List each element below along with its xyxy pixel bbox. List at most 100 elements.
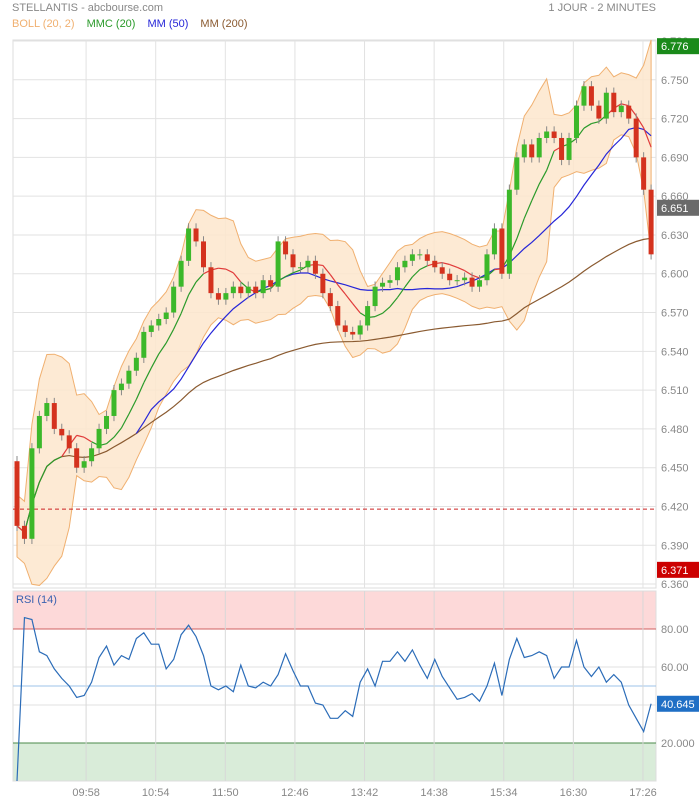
time-tick-label: 15:34: [490, 787, 518, 799]
price-tick-label: 6.360: [661, 579, 689, 591]
candle-down: [215, 293, 221, 300]
candle-up: [29, 448, 35, 539]
price-tick-label: 6.510: [661, 385, 689, 397]
legend-mm200[interactable]: MM (200): [200, 18, 247, 30]
rsi-tick-label: 60.00: [661, 662, 689, 674]
time-tick-label: 11:50: [212, 787, 239, 799]
candle-down: [342, 325, 348, 332]
candle-down: [469, 277, 475, 287]
candle-down: [432, 260, 438, 268]
candle-down: [290, 254, 296, 268]
time-tick-label: 09:58: [72, 787, 100, 799]
candle-up: [163, 312, 169, 319]
candle-down: [350, 331, 356, 335]
candle-down: [327, 293, 333, 307]
rsi-tick-label: 80.00: [661, 624, 689, 636]
chart-canvas: 6.7806.7506.7206.6906.6606.6306.6006.570…: [12, 36, 699, 799]
candle-down: [283, 241, 289, 255]
price-tick-label: 6.420: [661, 501, 689, 513]
candle-down: [14, 461, 20, 526]
candle-up: [156, 318, 162, 326]
candle-up: [171, 286, 177, 313]
candle-up: [514, 157, 520, 190]
candle-down: [51, 403, 57, 429]
candle-up: [81, 461, 87, 468]
candle-up: [111, 390, 117, 416]
candle-up: [275, 241, 281, 287]
candle-down: [74, 448, 80, 468]
legend-mmc20[interactable]: MMC (20): [87, 18, 136, 30]
candle-up: [104, 415, 110, 429]
candle-up: [230, 286, 236, 294]
price-tick-label: 6.600: [661, 269, 689, 281]
candle-up: [223, 293, 229, 300]
rsi-oversold-zone: [13, 743, 656, 781]
candle-down: [66, 435, 72, 449]
candle-up: [484, 254, 490, 281]
candle-down: [447, 273, 453, 281]
candle-up: [357, 325, 363, 335]
candle-down: [335, 306, 341, 326]
candle-down: [551, 131, 557, 138]
candle-up: [409, 254, 415, 261]
price-tick-label: 6.720: [661, 114, 689, 126]
price-tag-label: 6.371: [661, 565, 689, 577]
candle-down: [253, 286, 259, 294]
candle-up: [44, 403, 50, 416]
candle-up: [36, 415, 42, 449]
candle-up: [297, 267, 303, 269]
price-tag-label: 6.776: [661, 41, 689, 53]
candle-up: [462, 277, 468, 281]
candle-down: [320, 273, 326, 294]
candle-up: [133, 357, 139, 371]
candle-down: [529, 144, 535, 158]
candle-up: [365, 306, 371, 326]
candle-up: [118, 383, 124, 391]
time-tick-label: 16:30: [560, 787, 588, 799]
candle-down: [208, 267, 214, 294]
candle-down: [312, 260, 318, 274]
price-tag-label: 6.651: [661, 203, 689, 215]
candle-up: [566, 137, 572, 160]
candle-up: [603, 92, 609, 119]
legend-mm50[interactable]: MM (50): [147, 18, 188, 30]
price-tick-label: 6.540: [661, 346, 689, 358]
price-tick-label: 6.750: [661, 75, 689, 87]
candle-up: [581, 86, 587, 106]
price-tick-label: 6.480: [661, 424, 689, 436]
candle-up: [387, 280, 393, 283]
candle-up: [544, 131, 550, 138]
candle-up: [417, 254, 423, 256]
price-tick-label: 6.570: [661, 308, 689, 320]
candle-up: [454, 280, 460, 282]
candle-up: [89, 448, 95, 462]
candle-up: [394, 267, 400, 281]
rsi-value-label: 40.645: [661, 699, 695, 711]
candle-down: [626, 105, 632, 119]
candle-up: [372, 286, 378, 307]
price-tick-label: 6.390: [661, 540, 689, 552]
candle-down: [611, 92, 617, 113]
candle-up: [536, 137, 542, 158]
price-tick-label: 6.690: [661, 152, 689, 164]
candle-up: [477, 280, 483, 287]
candle-down: [268, 280, 274, 287]
time-tick-label: 13:42: [351, 787, 379, 799]
candle-down: [633, 118, 639, 158]
price-tick-label: 6.450: [661, 463, 689, 475]
candle-down: [641, 157, 647, 190]
candle-down: [588, 86, 594, 106]
legend-boll[interactable]: BOLL (20, 2): [12, 18, 75, 30]
candle-up: [380, 282, 386, 287]
candle-up: [178, 260, 184, 287]
candle-down: [238, 286, 244, 294]
candle-down: [59, 428, 65, 436]
candle-up: [96, 428, 102, 449]
candle-down: [21, 525, 27, 539]
candle-down: [439, 267, 445, 274]
candle-down: [559, 137, 565, 160]
time-tick-label: 14:38: [420, 787, 448, 799]
candle-up: [260, 280, 266, 294]
time-tick-label: 17:26: [629, 787, 657, 799]
candle-down: [596, 105, 602, 119]
